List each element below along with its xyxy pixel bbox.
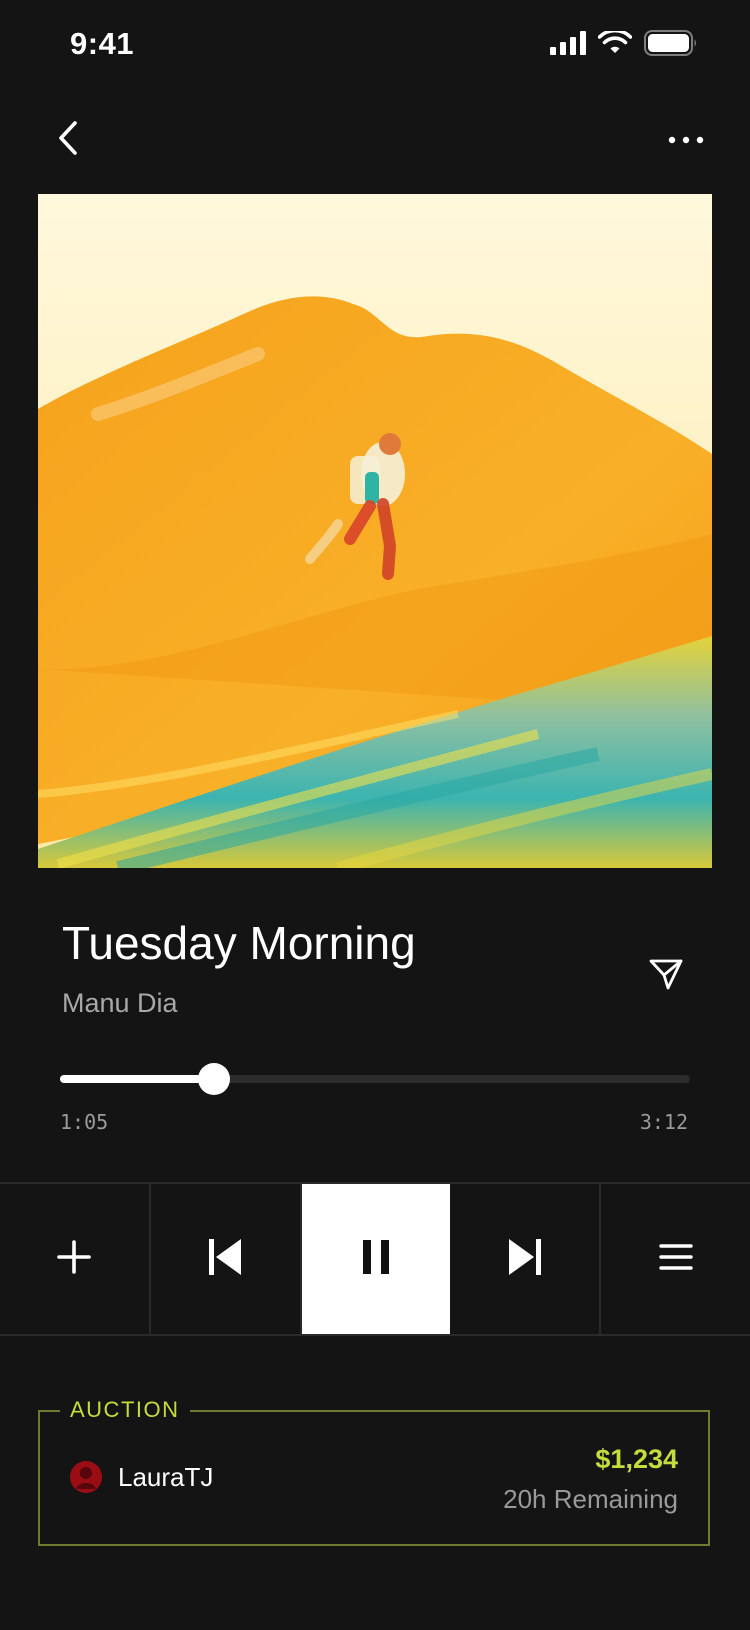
auction-card[interactable]: AUCTION LauraTJ $1,234 20h Remaining — [38, 1397, 710, 1546]
ellipsis-icon — [668, 131, 704, 149]
add-button[interactable] — [0, 1184, 151, 1334]
previous-button[interactable] — [151, 1184, 302, 1334]
bidder-name: LauraTJ — [118, 1462, 214, 1492]
battery-icon — [644, 30, 698, 61]
queue-button[interactable] — [601, 1184, 750, 1334]
time-remaining: 20h Remaining — [503, 1484, 678, 1514]
auction-label: AUCTION — [60, 1397, 190, 1423]
top-nav — [0, 100, 750, 180]
avatar — [70, 1461, 102, 1493]
album-artwork — [38, 194, 712, 868]
status-icons — [550, 28, 698, 61]
share-button[interactable] — [640, 950, 692, 1002]
skip-next-icon — [508, 1238, 542, 1281]
track-artist[interactable]: Manu Dia — [62, 988, 178, 1019]
chevron-left-icon — [56, 120, 80, 161]
plus-icon — [56, 1239, 92, 1280]
progress-thumb[interactable] — [198, 1063, 231, 1095]
track-title: Tuesday Morning — [62, 917, 416, 969]
pause-icon — [361, 1239, 391, 1280]
bid-amount: $1,234 — [595, 1444, 678, 1474]
status-bar: 9:41 — [0, 0, 750, 90]
progress-fill — [60, 1075, 215, 1083]
time-total: 3:12 — [639, 1110, 688, 1134]
send-icon — [648, 956, 684, 997]
wifi-icon — [597, 28, 633, 60]
time-elapsed: 1:05 — [60, 1110, 109, 1134]
playback-controls — [0, 1182, 750, 1336]
cellular-signal-icon — [550, 31, 586, 60]
back-button[interactable] — [48, 120, 88, 160]
status-time: 9:41 — [70, 26, 135, 61]
more-options-button[interactable] — [664, 120, 708, 160]
skip-previous-icon — [208, 1238, 242, 1281]
pause-button[interactable] — [301, 1184, 451, 1334]
menu-icon — [658, 1243, 693, 1276]
next-button[interactable] — [450, 1184, 602, 1334]
progress-bar[interactable] — [60, 1063, 690, 1095]
